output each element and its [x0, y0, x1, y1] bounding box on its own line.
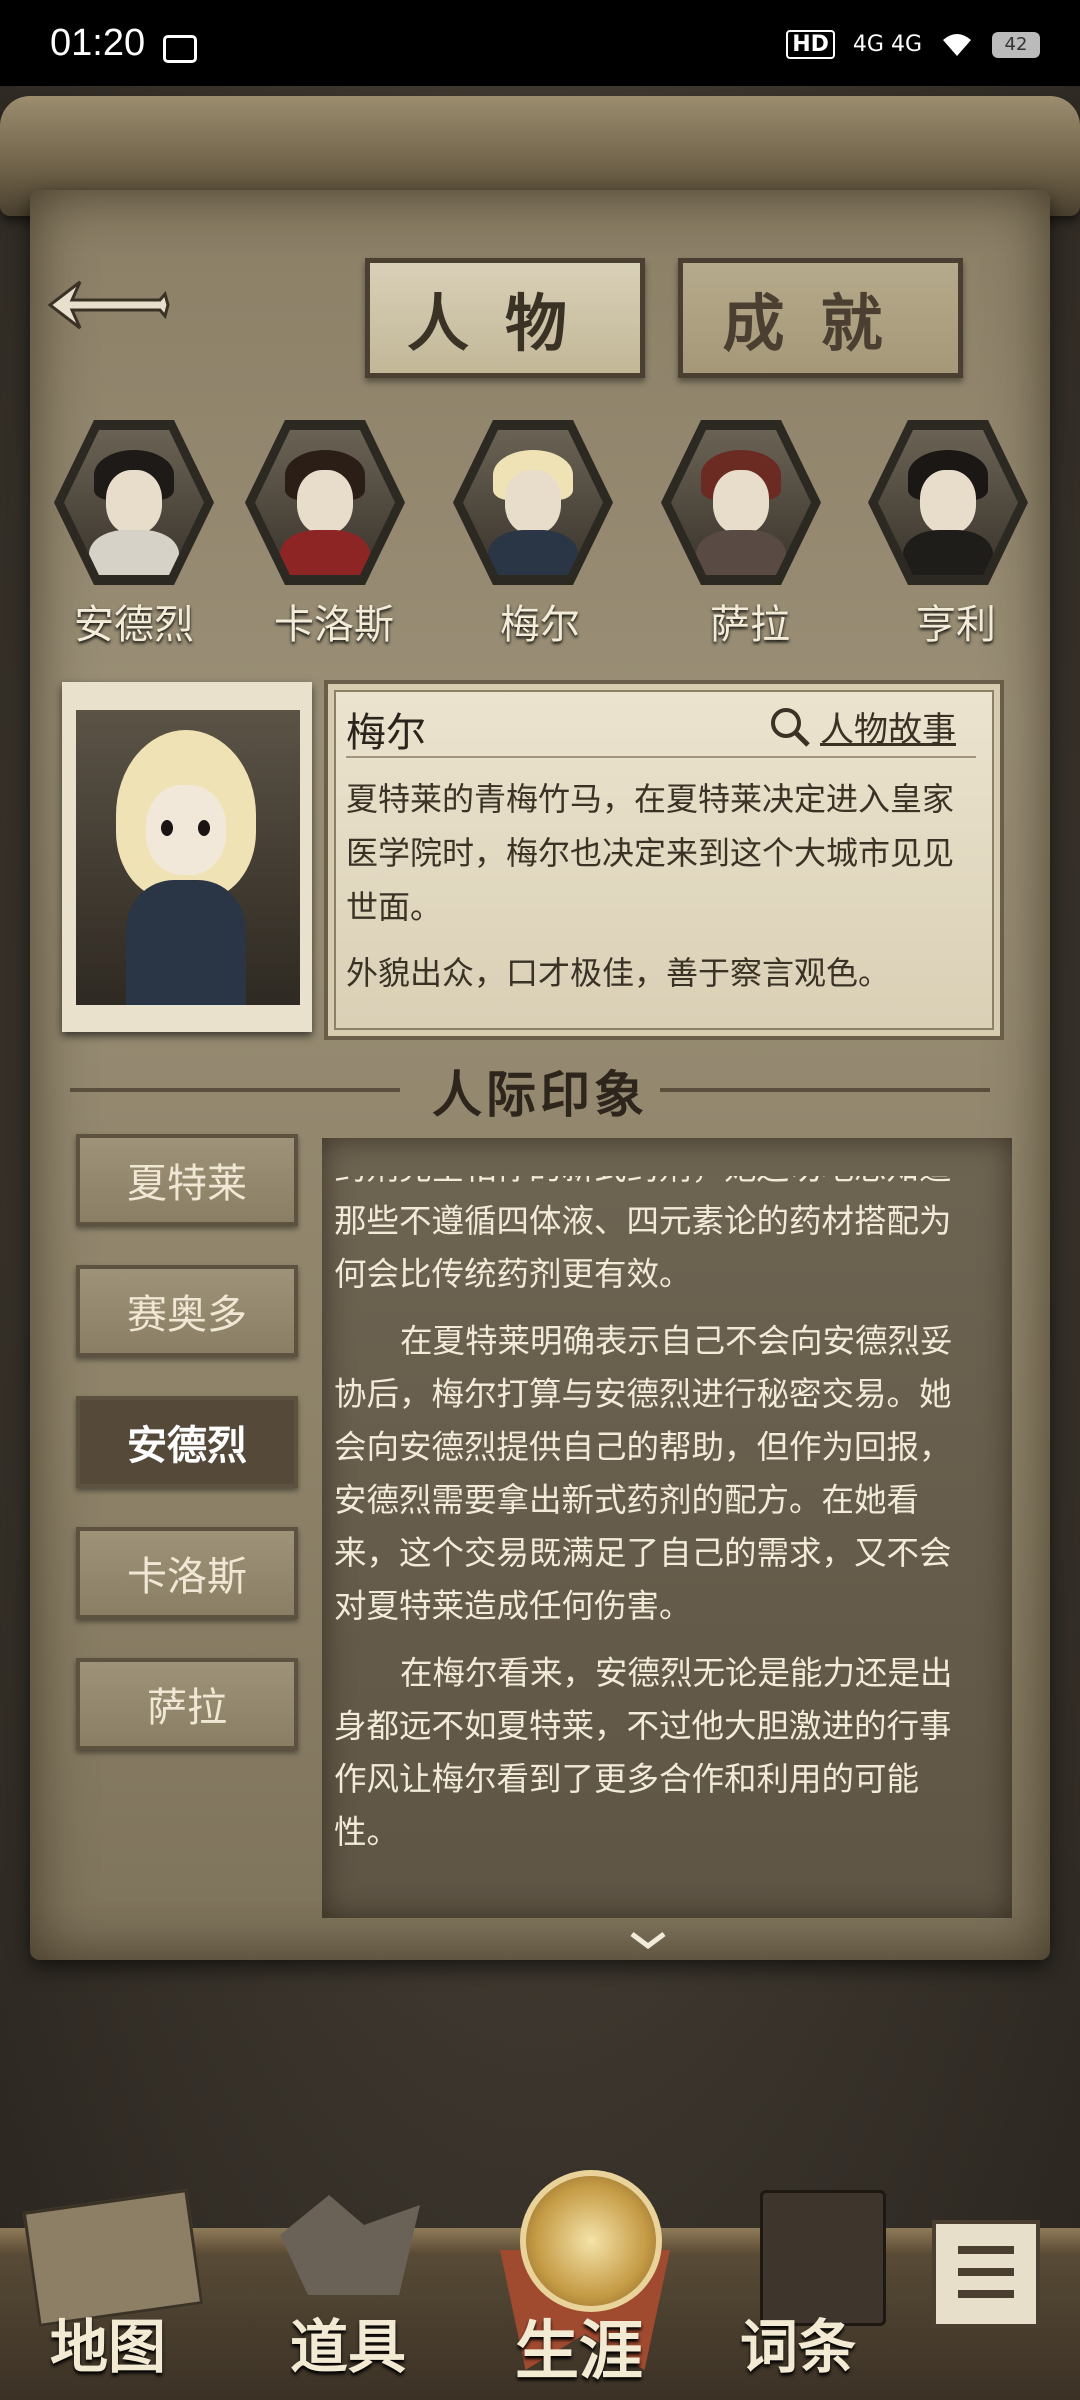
divider	[70, 1088, 400, 1092]
character-trait: 外貌出众，口才极佳，善于察言观色。	[346, 954, 891, 992]
impression-paragraph: 在梅尔看来，安德烈无论是能力还是出身都远不如夏特莱，不过他大胆激进的行事作风让梅…	[334, 1654, 953, 1851]
mail-icon	[163, 35, 197, 63]
character-title: 梅尔	[346, 710, 426, 756]
section-title: 人际印象	[432, 1065, 648, 1124]
battery-icon: 42	[992, 31, 1040, 58]
relation-tab-chatelet[interactable]: 夏特莱	[76, 1134, 298, 1226]
nav-glossary[interactable]: 词条	[740, 2300, 856, 2384]
divider	[346, 756, 976, 758]
magnifier-icon	[771, 707, 810, 747]
nav-items[interactable]: 道具	[290, 2300, 406, 2384]
divider	[660, 1088, 990, 1092]
character-portrait	[76, 710, 300, 1005]
status-time: 01:20	[50, 22, 146, 64]
menu-button[interactable]	[932, 2220, 1040, 2328]
nav-map[interactable]: 地图	[50, 2300, 166, 2384]
tab-achievements[interactable]: 成就	[678, 258, 963, 378]
status-indicators: HD 4G 4G 42	[786, 30, 1040, 59]
impression-paragraph: 药剂完全相悖的新式药剂，她迫切地想知道那些不遵循四体液、四元素论的药材搭配为何会…	[334, 1176, 952, 1293]
chevron-down-icon[interactable]	[628, 1928, 668, 1952]
career-medal-icon[interactable]	[520, 2170, 662, 2312]
wifi-icon	[943, 33, 971, 56]
relation-tab-theodore[interactable]: 赛奥多	[76, 1265, 298, 1357]
impression-paragraph: 在夏特莱明确表示自己不会向安德烈妥协后，梅尔打算与安德烈进行秘密交易。她会向安德…	[334, 1322, 953, 1625]
character-story-link[interactable]: 人物故事	[768, 702, 956, 751]
tab-characters[interactable]: 人物	[365, 258, 645, 378]
relation-tab-carlos[interactable]: 卡洛斯	[76, 1527, 298, 1619]
hd-icon: HD	[786, 30, 835, 59]
character-name: 安德烈	[74, 602, 194, 648]
relation-tab-andre[interactable]: 安德烈	[76, 1396, 298, 1488]
character-name: 梅尔	[500, 602, 580, 648]
nav-career[interactable]: 生涯	[515, 2300, 643, 2392]
status-bar: 01:20 HD 4G 4G 42	[0, 0, 1080, 86]
network-label: 4G 4G	[852, 32, 922, 57]
character-description: 夏特莱的青梅竹马，在夏特莱决定进入皇家医学院时，梅尔也决定来到这个大城市见见世面…	[346, 780, 955, 926]
relation-tab-sara[interactable]: 萨拉	[76, 1658, 298, 1750]
story-link-label: 人物故事	[820, 710, 956, 750]
character-name: 亨利	[916, 602, 996, 648]
back-arrow-icon[interactable]	[40, 270, 170, 340]
impression-text[interactable]: 药剂完全相悖的新式药剂，她迫切地想知道那些不遵循四体液、四元素论的药材搭配为何会…	[334, 1176, 954, 1906]
character-name: 萨拉	[710, 602, 790, 648]
character-name: 卡洛斯	[274, 602, 394, 648]
